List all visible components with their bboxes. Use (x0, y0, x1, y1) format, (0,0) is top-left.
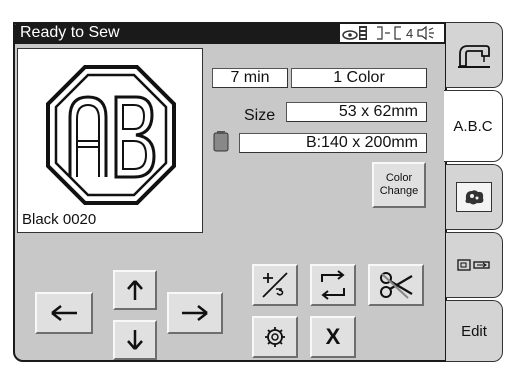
arrow-down-icon (127, 330, 143, 350)
color-count: 1 Color (291, 68, 427, 88)
move-down-button[interactable] (113, 320, 157, 360)
settings-button[interactable] (252, 316, 298, 358)
cancel-label: X (325, 324, 341, 349)
sound-icon (417, 25, 435, 41)
monogram-octagon-icon (46, 65, 176, 205)
sewing-machine-icon (458, 45, 490, 68)
hoop-icon (213, 131, 229, 152)
bobbin-sensor-icon (342, 26, 367, 40)
status-text: Ready to Sew (20, 24, 120, 41)
tab-edit-label: Edit (461, 322, 487, 340)
move-up-button[interactable] (113, 270, 157, 310)
screen: Ready to Sew 4 Black 0020 7 min 1 Color … (0, 0, 509, 372)
arrow-left-icon (51, 305, 77, 321)
sewing-time: 7 min (212, 68, 288, 88)
tab-edit[interactable]: Edit (446, 300, 503, 362)
move-left-button[interactable] (35, 292, 93, 334)
arrow-up-icon (127, 280, 143, 300)
size-label: Size (244, 107, 276, 124)
trial-stitch-icon (262, 272, 288, 298)
color-change-label-1: Color (385, 172, 413, 184)
thread-color-label: Black 0020 (22, 211, 97, 228)
cancel-button[interactable]: X (310, 316, 356, 358)
embroidery-design-icon (456, 182, 492, 212)
rotate-frame-icon (321, 270, 345, 300)
usb-card-icon (457, 259, 490, 271)
color-change-button[interactable]: Color Change (372, 162, 426, 208)
scissors-icon (380, 272, 413, 299)
tab-sewing[interactable] (446, 22, 503, 88)
arrow-right-icon (182, 305, 208, 321)
hoop-size: B:140 x 200mm (239, 133, 427, 153)
color-change-label-2: Change (379, 185, 419, 197)
thread-cut-button[interactable] (368, 264, 424, 306)
design-size: 53 x 62mm (286, 102, 427, 122)
design-preview: Black 0020 (17, 48, 203, 233)
trial-stitch-button[interactable] (252, 264, 298, 306)
status-indicator-number: 4 (406, 25, 414, 41)
tab-abc-label: A.B.C (453, 117, 493, 135)
move-right-button[interactable] (167, 292, 223, 334)
tab-abc[interactable]: A.B.C (444, 90, 503, 162)
mode-tabs: A.B.C Edit (444, 22, 503, 362)
tab-usb-card[interactable] (446, 232, 503, 298)
status-icons: 4 (340, 24, 444, 42)
rotate-button[interactable] (310, 264, 356, 306)
tab-embroidery-design[interactable] (446, 164, 503, 230)
presser-foot-icon (377, 26, 401, 40)
gear-icon (265, 327, 285, 347)
